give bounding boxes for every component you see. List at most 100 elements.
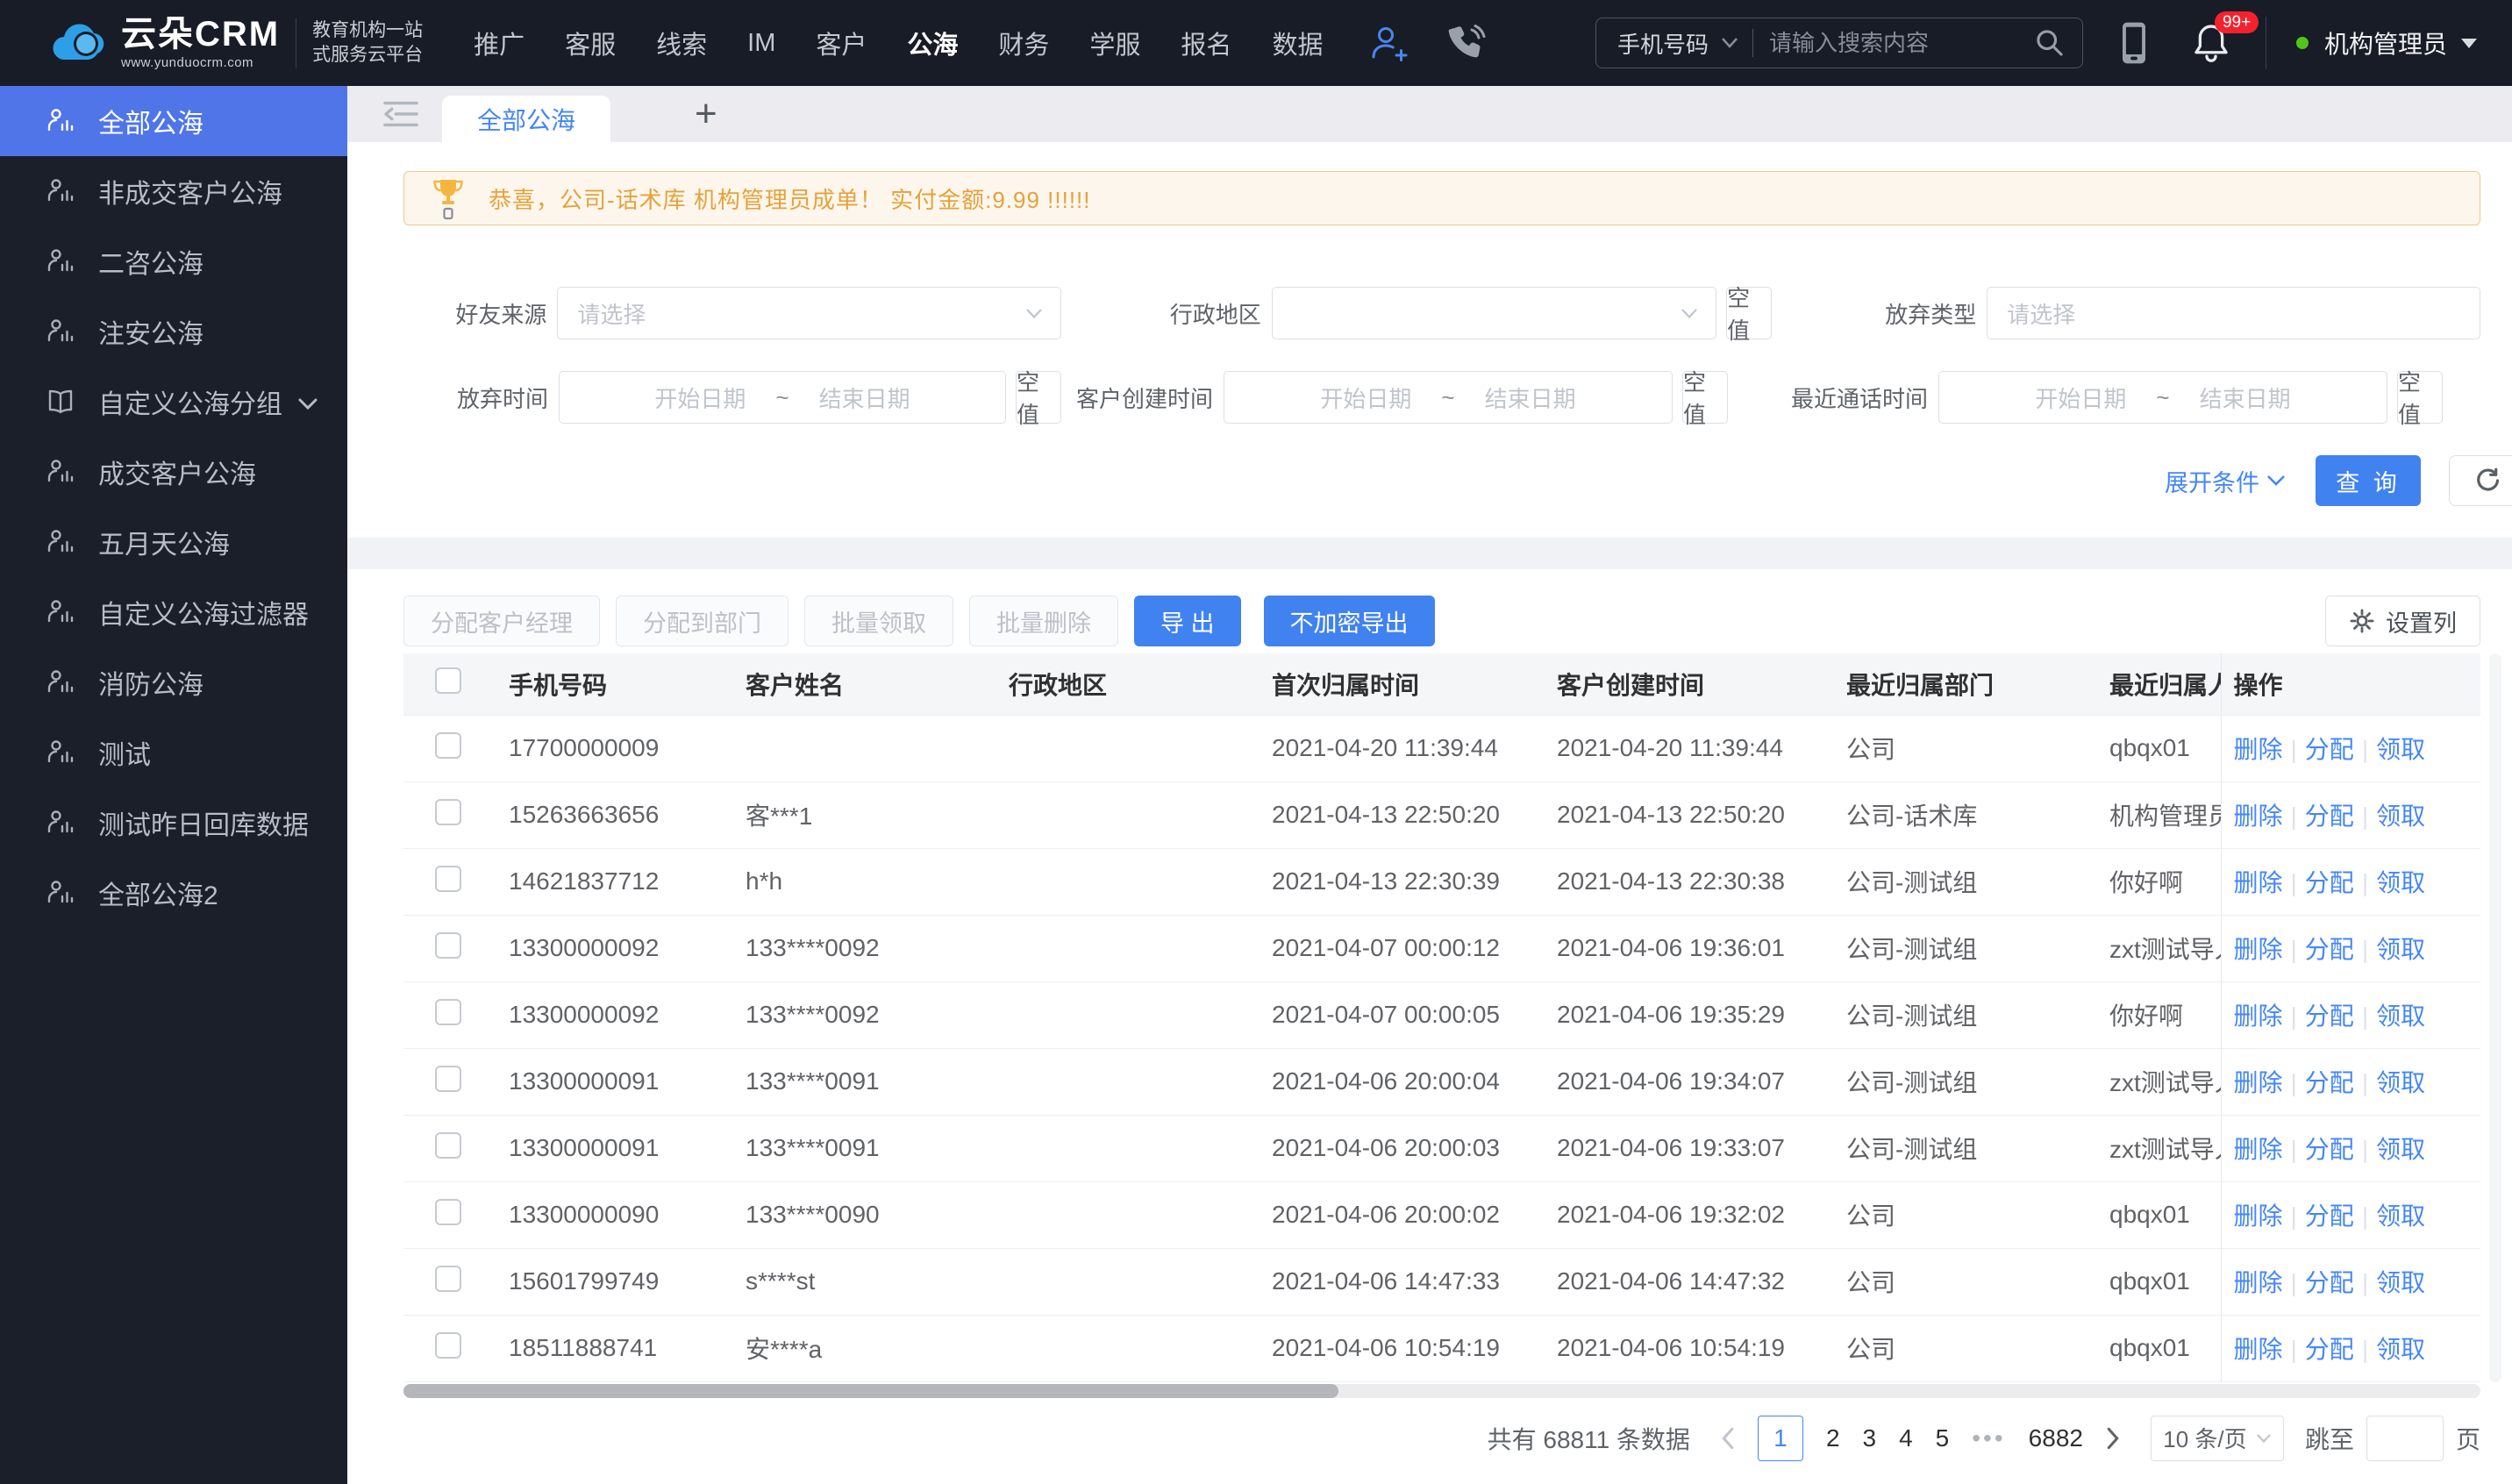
sidebar-item-custom-pool-group[interactable]: 自定义公海分组 xyxy=(0,367,347,437)
claim-link[interactable]: 领取 xyxy=(2376,1202,2425,1230)
page-3-button[interactable]: 3 xyxy=(1863,1424,1877,1452)
nav-item-public-pool[interactable]: 公海 xyxy=(907,25,958,61)
search-icon[interactable] xyxy=(2035,28,2065,58)
abandon-type-select[interactable]: 请选择 xyxy=(1987,287,2480,339)
tab-all-pool[interactable]: 全部公海 xyxy=(442,96,610,142)
assign-link[interactable]: 分配 xyxy=(2305,736,2354,763)
claim-link[interactable]: 领取 xyxy=(2376,803,2425,830)
add-tab-button[interactable]: + xyxy=(695,95,717,133)
sidebar-item-erzi-pool[interactable]: 二咨公海 xyxy=(0,226,347,296)
claim-link[interactable]: 领取 xyxy=(2376,1269,2425,1296)
delete-link[interactable]: 删除 xyxy=(2234,736,2283,763)
set-columns-button[interactable]: 设置列 xyxy=(2325,596,2480,646)
batch-delete-button[interactable]: 批量删除 xyxy=(969,596,1118,646)
last-call-empty-button[interactable]: 空值 xyxy=(2397,369,2443,428)
page-2-button[interactable]: 2 xyxy=(1826,1424,1840,1452)
row-checkbox[interactable] xyxy=(435,1131,461,1159)
claim-link[interactable]: 领取 xyxy=(2376,936,2425,963)
search-input[interactable] xyxy=(1769,29,2035,57)
delete-link[interactable]: 删除 xyxy=(2234,1069,2283,1096)
delete-link[interactable]: 删除 xyxy=(2234,1269,2283,1296)
col-create-time[interactable]: 客户创建时间 xyxy=(1539,653,1829,716)
col-phone[interactable]: 手机号码 xyxy=(491,653,728,716)
expand-conditions-link[interactable]: 展开条件 xyxy=(2165,464,2286,498)
page-size-select[interactable]: 10 条/页 xyxy=(2150,1415,2284,1461)
col-dept[interactable]: 最近归属部门 xyxy=(1829,653,2092,716)
collapse-sidebar-icon[interactable] xyxy=(382,99,419,129)
nav-item-service[interactable]: 客服 xyxy=(565,25,616,61)
query-button[interactable]: 查 询 xyxy=(2316,455,2421,506)
row-checkbox[interactable] xyxy=(435,1265,461,1292)
row-checkbox[interactable] xyxy=(435,1331,461,1359)
sidebar-item-test-yesterday[interactable]: 测试昨日回库数据 xyxy=(0,788,347,858)
delete-link[interactable]: 删除 xyxy=(2234,1002,2283,1030)
sidebar-item-mayday-pool[interactable]: 五月天公海 xyxy=(0,507,347,577)
delete-link[interactable]: 删除 xyxy=(2234,936,2283,963)
assign-link[interactable]: 分配 xyxy=(2305,803,2354,830)
export-button[interactable]: 导 出 xyxy=(1134,596,1241,646)
assign-link[interactable]: 分配 xyxy=(2305,936,2354,963)
nav-item-finance[interactable]: 财务 xyxy=(998,25,1049,61)
create-time-empty-button[interactable]: 空值 xyxy=(1682,369,1728,428)
mobile-icon[interactable] xyxy=(2116,20,2152,66)
nav-item-data[interactable]: 数据 xyxy=(1272,25,1323,61)
abandon-time-empty-button[interactable]: 空值 xyxy=(1016,369,1061,428)
row-checkbox[interactable] xyxy=(435,731,461,759)
sidebar-item-all-pool-2[interactable]: 全部公海2 xyxy=(0,858,347,928)
page-ellipsis[interactable]: ••• xyxy=(1972,1424,2005,1452)
col-name[interactable]: 客户姓名 xyxy=(728,653,991,716)
claim-link[interactable]: 领取 xyxy=(2376,1069,2425,1096)
next-page-button[interactable] xyxy=(2095,1427,2131,1450)
delete-link[interactable]: 删除 xyxy=(2234,1202,2283,1230)
col-first-time[interactable]: 首次归属时间 xyxy=(1254,653,1539,716)
claim-link[interactable]: 领取 xyxy=(2376,736,2425,763)
refresh-button[interactable] xyxy=(2449,455,2512,506)
row-checkbox[interactable] xyxy=(435,931,461,959)
batch-claim-button[interactable]: 批量领取 xyxy=(804,596,953,646)
select-all-checkbox[interactable] xyxy=(435,667,461,695)
table-horizontal-scrollbar[interactable] xyxy=(403,1383,2480,1398)
table-vertical-scrollbar[interactable] xyxy=(2489,653,2501,1382)
claim-link[interactable]: 领取 xyxy=(2376,1136,2425,1163)
assign-link[interactable]: 分配 xyxy=(2305,1069,2354,1096)
assign-link[interactable]: 分配 xyxy=(2305,869,2354,896)
page-5-button[interactable]: 5 xyxy=(1936,1424,1950,1452)
export-plain-button[interactable]: 不加密导出 xyxy=(1263,596,1435,646)
friend-source-select[interactable]: 请选择 xyxy=(557,287,1062,339)
nav-item-promotion[interactable]: 推广 xyxy=(474,25,525,61)
nav-item-leads[interactable]: 线索 xyxy=(656,25,707,61)
jump-page-input[interactable] xyxy=(2366,1415,2444,1461)
assign-link[interactable]: 分配 xyxy=(2305,1336,2354,1363)
assign-link[interactable]: 分配 xyxy=(2305,1136,2354,1163)
assign-manager-button[interactable]: 分配客户经理 xyxy=(403,596,600,646)
claim-link[interactable]: 领取 xyxy=(2376,1336,2425,1363)
sidebar-item-fire-pool[interactable]: 消防公海 xyxy=(0,647,347,717)
create-time-range[interactable]: 开始日期 ~ 结束日期 xyxy=(1224,371,1673,424)
sidebar-item-test[interactable]: 测试 xyxy=(0,717,347,788)
delete-link[interactable]: 删除 xyxy=(2234,1336,2283,1363)
assign-dept-button[interactable]: 分配到部门 xyxy=(616,596,789,646)
nav-item-im[interactable]: IM xyxy=(747,29,775,58)
row-checkbox[interactable] xyxy=(435,998,461,1025)
nav-item-academic[interactable]: 学服 xyxy=(1089,25,1140,61)
prev-page-button[interactable] xyxy=(1709,1427,1746,1450)
nav-item-customers[interactable]: 客户 xyxy=(816,25,867,61)
sidebar-item-custom-filter[interactable]: 自定义公海过滤器 xyxy=(0,577,347,647)
claim-link[interactable]: 领取 xyxy=(2376,1002,2425,1030)
region-select[interactable] xyxy=(1271,287,1717,339)
region-empty-button[interactable]: 空值 xyxy=(1726,285,1772,344)
notifications-bell[interactable]: 99+ xyxy=(2192,11,2259,64)
add-user-icon[interactable] xyxy=(1368,24,1409,62)
sidebar-item-non-deal-pool[interactable]: 非成交客户公海 xyxy=(0,156,347,226)
delete-link[interactable]: 删除 xyxy=(2234,869,2283,896)
search-category-select[interactable]: 手机号码 xyxy=(1617,27,1709,60)
nav-item-enroll[interactable]: 报名 xyxy=(1181,25,1231,61)
col-owner[interactable]: 最近归属人 xyxy=(2092,653,2221,716)
row-checkbox[interactable] xyxy=(435,1065,461,1092)
sidebar-item-all-pool[interactable]: 全部公海 xyxy=(0,86,347,156)
delete-link[interactable]: 删除 xyxy=(2234,803,2283,830)
scrollbar-thumb[interactable] xyxy=(403,1383,1338,1398)
row-checkbox[interactable] xyxy=(435,1198,461,1225)
row-checkbox[interactable] xyxy=(435,865,461,892)
assign-link[interactable]: 分配 xyxy=(2305,1002,2354,1030)
